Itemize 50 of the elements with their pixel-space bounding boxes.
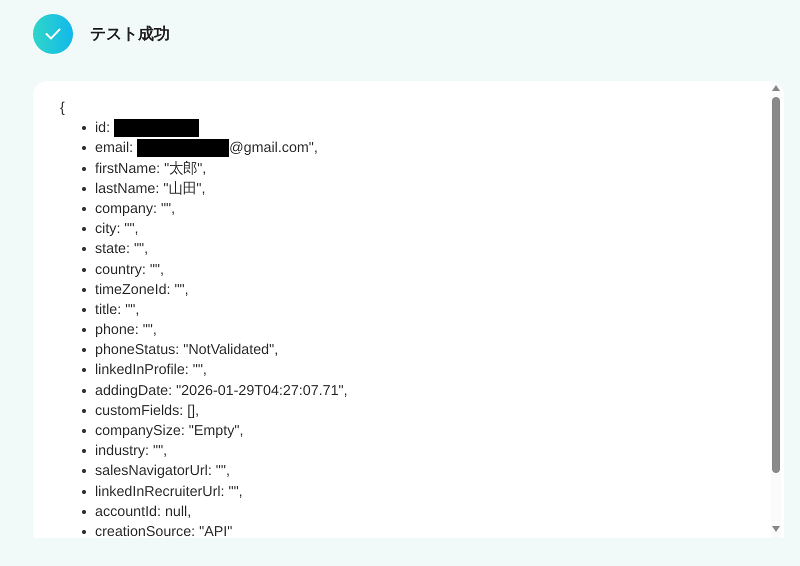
bullet-icon	[82, 368, 86, 372]
field-entry: accountId: null,	[95, 502, 192, 522]
field-entry: addingDate: "2026-01-29T04:27:07.71",	[95, 382, 348, 401]
field-entry: phone: "",	[95, 321, 157, 340]
field-entry: companySize: "Empty",	[95, 422, 244, 442]
field-entry: city: "",	[95, 220, 139, 240]
success-check-icon	[33, 14, 73, 54]
bullet-icon	[82, 288, 86, 292]
bullet-icon	[82, 469, 86, 474]
bullet-icon	[82, 146, 86, 150]
bullet-icon	[82, 227, 86, 232]
field-key: email:	[95, 138, 134, 159]
bullet-icon	[82, 429, 86, 434]
bullet-icon	[82, 206, 86, 211]
bullet-icon	[82, 308, 86, 312]
open-brace: {	[60, 99, 65, 118]
bullet-icon	[82, 166, 86, 171]
scroll-up-icon[interactable]	[772, 85, 780, 91]
scrollbar[interactable]	[771, 81, 781, 538]
bullet-icon	[82, 186, 86, 191]
field-entry: salesNavigatorUrl: "",	[95, 462, 230, 482]
field-entry: title: "",	[95, 300, 140, 320]
field-entry: country: "",	[95, 260, 164, 280]
field-entry: phoneStatus: "NotValidated",	[95, 341, 278, 360]
field-entry: linkedInRecruiterUrl: "",	[95, 482, 243, 502]
bullet-icon	[82, 510, 86, 514]
field-value: @gmail.com",	[229, 139, 318, 158]
bullet-icon	[82, 408, 86, 413]
field-entry: company: "",	[95, 200, 176, 219]
bullet-icon	[82, 247, 86, 252]
bullet-icon	[82, 490, 86, 494]
field-entry: customFields: [],	[95, 402, 200, 421]
field-entry: firstName: "太郎",	[95, 160, 206, 179]
field-key: id:	[95, 118, 110, 138]
result-title: テスト成功	[90, 24, 170, 44]
bullet-icon	[82, 126, 86, 130]
scroll-down-icon[interactable]	[772, 526, 780, 532]
bullet-icon	[82, 348, 86, 352]
field-entry: state: "",	[95, 240, 148, 260]
field-entry: lastName: "山田",	[95, 180, 206, 199]
field-entry: creationSource: "API"	[95, 522, 232, 538]
bullet-icon	[82, 268, 86, 272]
bullet-icon	[82, 388, 86, 393]
field-entry: industry: "",	[95, 442, 168, 462]
field-entry: linkedInProfile: "",	[95, 361, 207, 380]
bullet-icon	[82, 328, 86, 332]
scrollbar-thumb[interactable]	[772, 97, 780, 473]
bullet-icon	[82, 449, 86, 454]
bullet-icon	[82, 530, 86, 534]
field-entry: timeZoneId: "",	[95, 280, 189, 300]
